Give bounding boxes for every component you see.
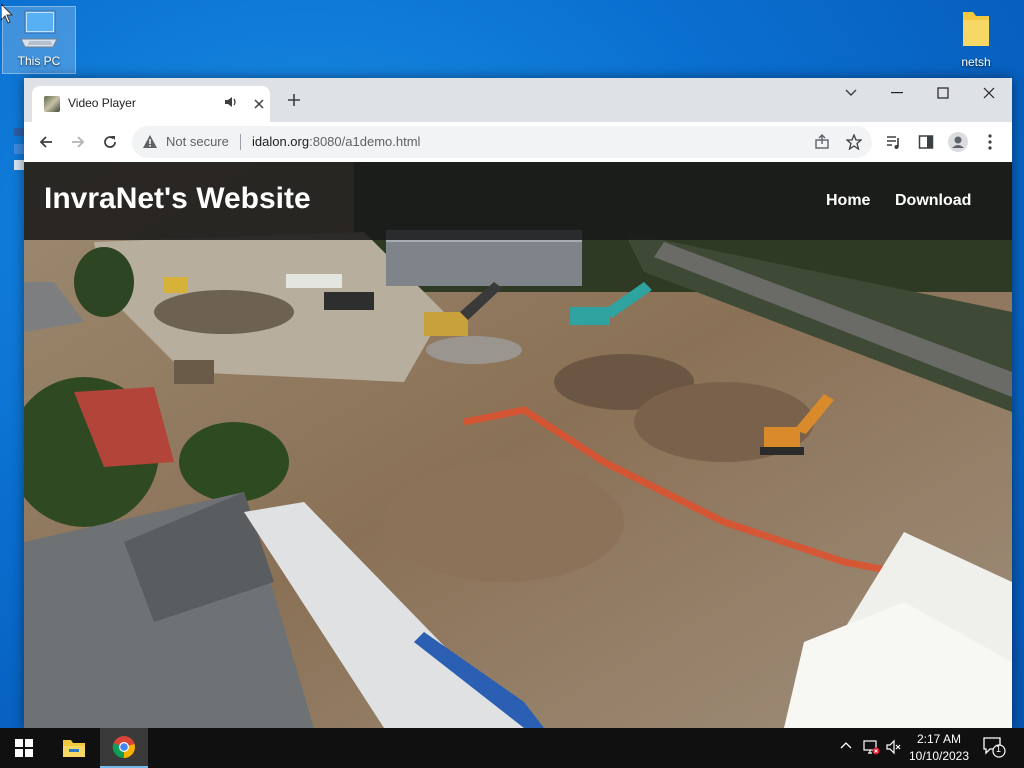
- reload-button[interactable]: [96, 128, 124, 156]
- file-explorer-button[interactable]: [50, 728, 98, 768]
- chrome-icon: [112, 736, 135, 759]
- nav-home-link[interactable]: Home: [826, 192, 870, 210]
- site-header: InvraNet's Website Home Download: [24, 162, 1012, 240]
- divider: [240, 134, 241, 150]
- clock-time: 2:17 AM: [916, 732, 962, 746]
- warning-icon[interactable]: [142, 134, 158, 154]
- volume-muted-icon[interactable]: [886, 739, 902, 760]
- notification-icon: [983, 737, 1006, 758]
- minimize-button[interactable]: [874, 78, 920, 108]
- computer-icon: [3, 7, 75, 52]
- video-thumbnail-icon: [44, 96, 60, 112]
- media-control-icon[interactable]: [880, 128, 908, 156]
- browser-toolbar: Not secure idalon.org:8080/a1demo.html: [24, 122, 1012, 163]
- tab-video-player[interactable]: Video Player: [32, 86, 270, 122]
- desktop-icon-label: netsh: [961, 55, 991, 69]
- network-icon[interactable]: [862, 739, 880, 760]
- partial-desktop-icon[interactable]: [14, 122, 24, 172]
- side-panel-icon[interactable]: [912, 128, 940, 156]
- chrome-taskbar-button[interactable]: [100, 728, 148, 768]
- bookmark-star-icon[interactable]: [840, 128, 868, 156]
- tab-search-chevron-down-icon[interactable]: [828, 78, 874, 108]
- kebab-menu-icon[interactable]: [976, 128, 1004, 156]
- address-bar[interactable]: Not secure idalon.org:8080/a1demo.html: [132, 126, 872, 158]
- close-tab-icon[interactable]: [250, 95, 268, 113]
- file-explorer-icon: [63, 740, 85, 757]
- taskbar: 2:17 AM 10/10/2023 1: [0, 728, 1024, 768]
- url-port: :8080: [309, 134, 342, 149]
- desktop-icon-this-pc[interactable]: This PC: [2, 6, 76, 74]
- notification-count-badge: 1: [996, 744, 1002, 754]
- construction-site-video-frame: [24, 162, 1012, 728]
- browser-window: Video Player Not secure idalon.org:8080/…: [24, 78, 1012, 728]
- start-button[interactable]: [0, 728, 48, 768]
- desktop-icon-netsh[interactable]: netsh: [940, 8, 1012, 69]
- maximize-button[interactable]: [920, 78, 966, 108]
- system-clock[interactable]: 2:17 AM 10/10/2023: [906, 731, 972, 765]
- chevron-up-icon[interactable]: [840, 739, 852, 757]
- nav-download-link[interactable]: Download: [895, 192, 971, 210]
- notification-center-button[interactable]: 1: [982, 736, 1006, 763]
- share-icon[interactable]: [808, 128, 836, 156]
- url-host: idalon.org: [252, 134, 310, 149]
- clock-date: 10/10/2023: [908, 749, 970, 763]
- folder-icon: [940, 8, 1012, 53]
- start-icon: [15, 739, 33, 757]
- security-status[interactable]: Not secure: [166, 134, 229, 149]
- video-player[interactable]: [24, 162, 1012, 728]
- url-text[interactable]: idalon.org:8080/a1demo.html: [252, 134, 420, 149]
- web-page: InvraNet's Website Home Download: [24, 162, 1012, 728]
- back-button[interactable]: [32, 128, 60, 156]
- speaker-icon[interactable]: [224, 95, 238, 114]
- forward-button[interactable]: [64, 128, 92, 156]
- tab-title: Video Player: [68, 96, 136, 110]
- site-title[interactable]: InvraNet's Website: [44, 182, 311, 216]
- profile-avatar-icon[interactable]: [944, 128, 972, 156]
- new-tab-button[interactable]: [282, 90, 306, 114]
- tab-strip: Video Player: [24, 78, 1012, 122]
- desktop-icon-label: This PC: [17, 54, 61, 68]
- close-window-button[interactable]: [966, 78, 1012, 108]
- url-path: /a1demo.html: [341, 134, 421, 149]
